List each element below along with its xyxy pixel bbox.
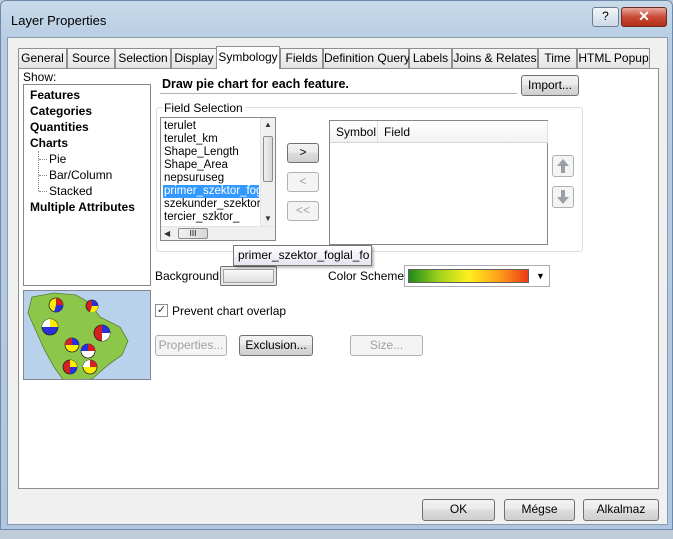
arrow-down-icon — [557, 190, 569, 204]
symbol-column-header[interactable]: Symbol — [330, 121, 378, 143]
background-swatch — [223, 269, 274, 283]
tab-time[interactable]: Time — [538, 48, 577, 68]
tree-item-charts[interactable]: Charts — [30, 136, 68, 150]
symbol-field-table[interactable]: Symbol Field — [329, 120, 548, 245]
scroll-left-arrow-icon[interactable]: ◀ — [164, 229, 170, 238]
prevent-overlap-checkbox[interactable]: ✓ — [155, 304, 168, 317]
pie-symbol-icon — [62, 359, 78, 375]
color-scheme-dropdown[interactable]: ▼ — [404, 265, 550, 287]
tab-general[interactable]: General — [18, 48, 67, 68]
list-item[interactable]: terulet — [164, 120, 196, 133]
renderer-description: Draw pie chart for each feature. — [160, 74, 517, 94]
help-button[interactable]: ? — [592, 7, 619, 27]
pie-symbol-icon — [93, 324, 111, 342]
tree-item-quantities[interactable]: Quantities — [30, 120, 89, 134]
field-tooltip: primer_szektor_foglal_fo — [233, 245, 372, 266]
list-item[interactable]: nepsuruseg — [164, 172, 224, 185]
pie-symbol-icon — [85, 299, 99, 313]
symbology-panel: Show: Features Categories Quantities Cha… — [18, 68, 659, 489]
exclusion-button[interactable]: Exclusion... — [239, 335, 313, 356]
pie-symbol-icon — [64, 337, 80, 353]
tree-item-categories[interactable]: Categories — [30, 104, 92, 118]
list-item[interactable]: Shape_Length — [164, 146, 239, 159]
tree-item-pie[interactable]: Pie — [49, 152, 66, 166]
field-column-header[interactable]: Field — [378, 121, 548, 143]
pie-symbol-icon — [80, 343, 96, 359]
field-list[interactable]: terulet terulet_km Shape_Length Shape_Ar… — [160, 117, 276, 241]
tab-display[interactable]: Display — [171, 48, 217, 68]
tree-connector — [39, 191, 47, 192]
pie-symbol-icon — [82, 359, 98, 375]
tree-connector — [39, 175, 47, 176]
tree-item-multiple-attributes[interactable]: Multiple Attributes — [30, 200, 135, 214]
list-item[interactable]: terulet_km — [164, 133, 218, 146]
remove-field-button[interactable]: < — [287, 172, 319, 192]
tab-definition-query[interactable]: Definition Query — [323, 48, 410, 68]
field-list-vertical-scrollbar[interactable]: ▲ ▼ — [260, 118, 275, 226]
tab-labels[interactable]: Labels — [409, 48, 452, 68]
field-selection-title: Field Selection — [162, 101, 245, 115]
tab-selection[interactable]: Selection — [115, 48, 171, 68]
tree-item-stacked[interactable]: Stacked — [49, 184, 92, 198]
color-ramp — [408, 269, 529, 283]
vertical-scroll-thumb[interactable] — [263, 136, 273, 182]
list-item-selected[interactable]: primer_szektor_foglal_fo — [163, 185, 259, 198]
remove-all-fields-button[interactable]: << — [287, 201, 319, 221]
renderer-tree: Features Categories Quantities Charts Pi… — [23, 84, 151, 286]
arrow-up-icon — [557, 159, 569, 173]
scroll-down-arrow-icon[interactable]: ▼ — [264, 214, 272, 223]
tree-item-features[interactable]: Features — [30, 88, 80, 102]
apply-button[interactable]: Alkalmaz — [583, 499, 659, 521]
list-item[interactable]: Shape_Area — [164, 159, 228, 172]
field-list-horizontal-scrollbar[interactable]: ◀ III — [161, 226, 275, 240]
background-label: Background: — [155, 269, 223, 283]
pie-symbol-icon — [48, 297, 64, 313]
cancel-button[interactable]: Mégse — [504, 499, 575, 521]
window-title: Layer Properties — [11, 13, 107, 28]
show-label: Show: — [23, 70, 57, 84]
chart-preview-map — [23, 290, 151, 380]
import-button[interactable]: Import... — [521, 75, 579, 96]
chevron-down-icon[interactable]: ▼ — [532, 266, 549, 286]
dialog-client-area: General Source Selection Display Symbolo… — [7, 37, 668, 525]
tab-source[interactable]: Source — [67, 48, 115, 68]
background-color-button[interactable] — [220, 266, 277, 286]
move-up-button[interactable] — [552, 155, 574, 177]
move-down-button[interactable] — [552, 186, 574, 208]
layer-properties-window: Layer Properties ? ✕ General Source Sele… — [0, 0, 673, 530]
ok-button[interactable]: OK — [422, 499, 495, 521]
pie-symbol-icon — [41, 318, 59, 336]
add-field-button[interactable]: > — [287, 143, 319, 163]
size-button[interactable]: Size... — [350, 335, 423, 356]
tab-fields[interactable]: Fields — [280, 48, 323, 68]
checkmark-icon: ✓ — [156, 304, 167, 316]
tree-connector — [38, 151, 39, 191]
properties-button[interactable]: Properties... — [155, 335, 227, 356]
close-button[interactable]: ✕ — [621, 7, 667, 27]
color-scheme-label: Color Scheme: — [328, 269, 408, 283]
prevent-overlap-label[interactable]: Prevent chart overlap — [172, 304, 286, 318]
tab-symbology[interactable]: Symbology — [216, 46, 280, 69]
horizontal-scroll-thumb[interactable]: III — [178, 228, 208, 239]
tree-connector — [39, 159, 47, 160]
south-america-map-icon — [27, 292, 129, 379]
list-item[interactable]: szekunder_szektor_ — [164, 198, 267, 211]
tab-joins-relates[interactable]: Joins & Relates — [452, 48, 538, 68]
scroll-up-arrow-icon[interactable]: ▲ — [264, 120, 272, 129]
list-item[interactable]: tercier_szktor_ — [164, 211, 239, 224]
tab-html-popup[interactable]: HTML Popup — [577, 48, 650, 68]
tree-item-bar-column[interactable]: Bar/Column — [49, 168, 112, 182]
